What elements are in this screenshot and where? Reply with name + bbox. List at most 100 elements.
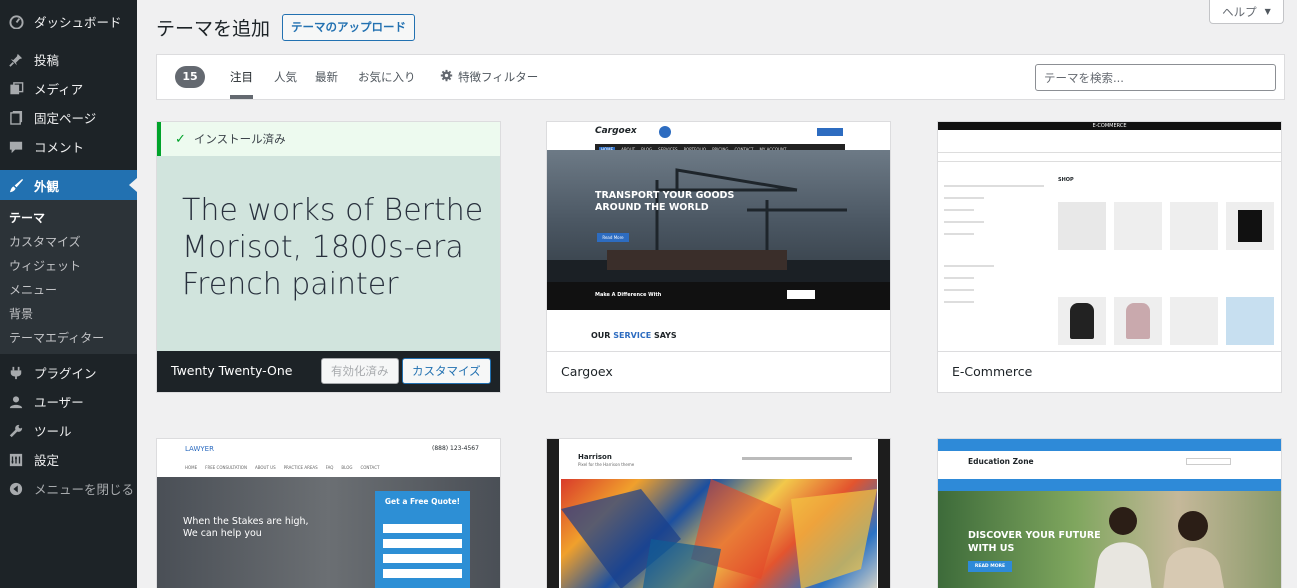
- sidebar-item-settings[interactable]: 設定: [0, 445, 137, 474]
- theme-filter-bar: 15 注目 人気 最新 お気に入り 特徴フィルター: [156, 54, 1285, 100]
- sidebar-item-tools[interactable]: ツール: [0, 416, 137, 445]
- heading-part: OUR: [591, 331, 611, 340]
- harrison-site-title: Harrison: [578, 453, 612, 461]
- upload-theme-button[interactable]: テーマのアップロード: [282, 14, 415, 41]
- page-icon: [8, 110, 24, 126]
- nav-item: PRACTICE AREAS: [283, 465, 318, 470]
- feature-filter-button[interactable]: 特徴フィルター: [440, 69, 538, 85]
- theme-screenshot[interactable]: Cargoex HOME ABOUT BLOG SERVICES PORTFOL…: [547, 122, 890, 351]
- theme-card-education-zone[interactable]: Education Zone DISCOVER YOUR FUTURE WITH…: [937, 438, 1282, 588]
- product-thumb: [1058, 297, 1106, 345]
- theme-search-input[interactable]: [1035, 64, 1276, 91]
- theme-count-badge: 15: [175, 66, 205, 88]
- sidebar-item-label: プラグイン: [34, 366, 97, 381]
- activated-button: 有効化済み: [321, 358, 399, 384]
- edu-search-box: [1186, 458, 1231, 465]
- cargoex-banner: Make A Difference With: [547, 282, 890, 310]
- heading-part: SAYS: [653, 331, 677, 340]
- sidebar-item-label: ダッシュボード: [34, 14, 122, 30]
- dashboard-icon: [8, 13, 24, 29]
- nav-item: BLOG: [341, 465, 353, 470]
- hero-read-more-button: Read More: [597, 233, 629, 242]
- help-label: ヘルプ: [1222, 4, 1257, 19]
- sidebar-item-label: メディア: [34, 82, 84, 97]
- customize-button[interactable]: カスタマイズ: [402, 358, 491, 384]
- sidebar-item-appearance[interactable]: 外観: [0, 170, 137, 200]
- nav-item: FREE CONSULTATION: [205, 465, 247, 470]
- page-title: テーマを追加: [156, 18, 271, 40]
- collapse-arrow-icon: [8, 481, 24, 497]
- sidebar-item-plugins[interactable]: プラグイン: [0, 358, 137, 387]
- theme-card-cargoex[interactable]: Cargoex HOME ABOUT BLOG SERVICES PORTFOL…: [546, 121, 891, 393]
- submenu-customize[interactable]: カスタマイズ: [0, 230, 137, 254]
- shop-heading: SHOP: [1058, 177, 1074, 183]
- sidebar-item-dashboard[interactable]: ダッシュボード: [0, 6, 137, 36]
- submenu-widgets[interactable]: ウィジェット: [0, 254, 137, 278]
- sidebar-item-label: 固定ページ: [34, 111, 97, 126]
- sidebar-item-label: 設定: [34, 453, 60, 468]
- pin-icon: [8, 52, 24, 68]
- tab-favorites[interactable]: お気に入り: [358, 69, 416, 85]
- harrison-nav: [742, 457, 852, 460]
- edu-hero-text: DISCOVER YOUR FUTURE WITH US: [968, 529, 1101, 555]
- sidebar-item-media[interactable]: メディア: [0, 74, 137, 103]
- edu-site-title: Education Zone: [968, 457, 1034, 466]
- sidebar-item-users[interactable]: ユーザー: [0, 387, 137, 416]
- theme-screenshot[interactable]: E-COMMERCE SHOP: [938, 122, 1281, 351]
- settings-icon: [8, 452, 24, 468]
- plugin-icon: [8, 365, 24, 381]
- sidebar-item-label: 投稿: [34, 53, 60, 68]
- sidebar-item-label: コメント: [34, 140, 85, 155]
- theme-screenshot[interactable]: Education Zone DISCOVER YOUR FUTURE WITH…: [938, 439, 1281, 588]
- installed-label: インストール済み: [193, 132, 286, 146]
- hero-headline: TRANSPORT YOUR GOODS AROUND THE WORLD: [595, 190, 734, 214]
- sidebar-item-posts[interactable]: 投稿: [0, 45, 137, 74]
- product-thumb: [1114, 297, 1162, 345]
- sidebar-item-label: 外観: [34, 178, 60, 194]
- hero-line: When the Stakes are high,: [183, 516, 309, 527]
- theme-card-lawyer[interactable]: LAWYER (888) 123-4567 HOME FREE CONSULTA…: [156, 438, 501, 588]
- sidebar-item-comments[interactable]: コメント: [0, 132, 137, 161]
- submenu-menus[interactable]: メニュー: [0, 278, 137, 302]
- product-thumb: [1114, 202, 1162, 250]
- quote-form: Get a Free Quote!: [375, 491, 470, 588]
- logo-mark-icon: [659, 126, 671, 138]
- submenu-background[interactable]: 背景: [0, 302, 137, 326]
- lawyer-nav: HOME FREE CONSULTATION ABOUT US PRACTICE…: [185, 465, 379, 470]
- submenu-theme-editor[interactable]: テーマエディター: [0, 326, 137, 350]
- theme-screenshot[interactable]: LAWYER (888) 123-4567 HOME FREE CONSULTA…: [157, 439, 500, 588]
- comment-icon: [8, 139, 24, 155]
- heading-part: SERVICE: [613, 331, 652, 340]
- sidebar-item-pages[interactable]: 固定ページ: [0, 103, 137, 132]
- theme-card-twenty-twenty-one[interactable]: ✓ インストール済み The works of Berthe Morisot, …: [156, 121, 501, 393]
- theme-card-e-commerce[interactable]: E-COMMERCE SHOP E-Commerce: [937, 121, 1282, 393]
- theme-card-harrison[interactable]: Harrison Pixel for the Harrison theme: [546, 438, 891, 588]
- installed-notice: ✓ インストール済み: [157, 122, 500, 156]
- lawyer-phone: (888) 123-4567: [432, 445, 479, 452]
- edu-topbar: [938, 439, 1281, 451]
- appearance-submenu: テーマ カスタマイズ ウィジェット メニュー 背景 テーマエディター: [0, 200, 137, 354]
- tab-latest[interactable]: 最新: [315, 69, 338, 85]
- theme-preview-headline: The works of Berthe Morisot, 1800s-era F…: [182, 193, 484, 302]
- lawyer-logo: LAWYER: [185, 445, 214, 453]
- theme-screenshot[interactable]: Harrison Pixel for the Harrison theme: [547, 439, 890, 588]
- submenu-themes[interactable]: テーマ: [0, 206, 137, 230]
- tab-featured[interactable]: 注目: [230, 69, 253, 99]
- theme-screenshot[interactable]: ✓ インストール済み The works of Berthe Morisot, …: [157, 122, 500, 351]
- help-tab-button[interactable]: ヘルプ ▼: [1209, 0, 1284, 24]
- collapse-menu-button[interactable]: メニューを閉じる: [0, 474, 137, 503]
- harrison-hero-painting: [561, 479, 877, 588]
- product-thumb: [1226, 202, 1274, 250]
- media-icon: [8, 81, 24, 97]
- harrison-tagline: Pixel for the Harrison theme: [578, 462, 635, 467]
- nav-item: ABOUT US: [254, 465, 276, 470]
- check-icon: ✓: [175, 131, 186, 147]
- header-button: [817, 128, 843, 136]
- ecom-nav: [938, 152, 1281, 162]
- edu-read-more-button: READ MORE: [968, 561, 1012, 572]
- tab-popular[interactable]: 人気: [274, 69, 297, 85]
- product-thumb: [1226, 297, 1274, 345]
- ecom-sidebar: [944, 177, 1044, 337]
- caret-down-icon: ▼: [1264, 7, 1271, 16]
- feature-filter-label: 特徴フィルター: [458, 70, 539, 84]
